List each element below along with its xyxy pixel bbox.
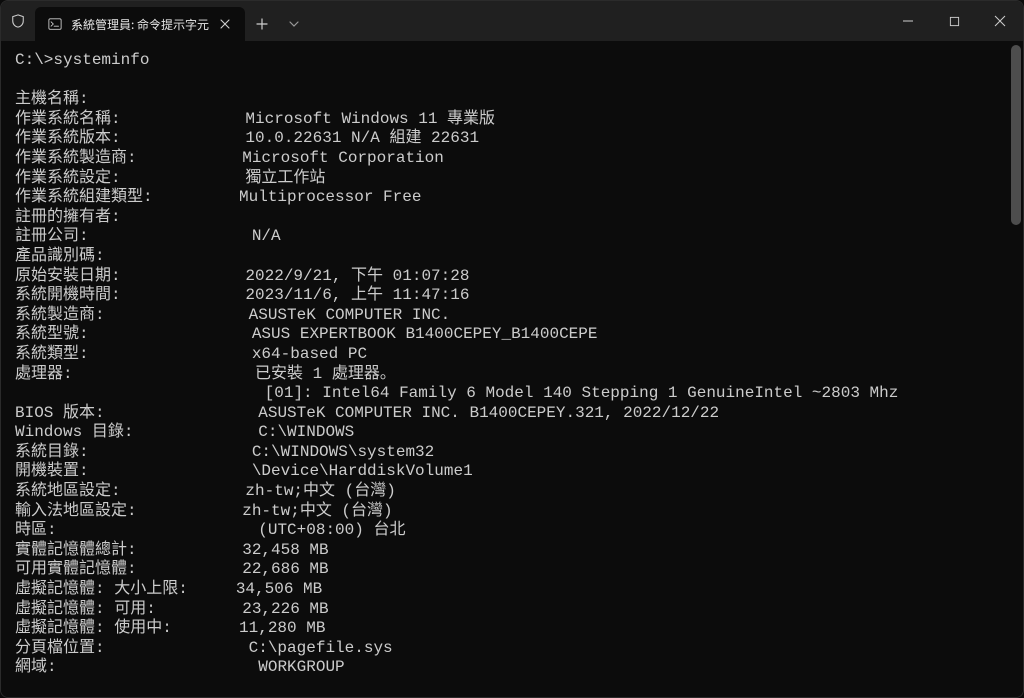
title-bar[interactable]: 系統管理員: 命令提示字元 [1, 1, 1023, 41]
titlebar-drag-region[interactable] [309, 1, 885, 41]
titlebar-left: 系統管理員: 命令提示字元 [1, 1, 309, 41]
window-controls [885, 1, 1023, 41]
tab-dropdown-button[interactable] [279, 7, 309, 41]
terminal-window: 系統管理員: 命令提示字元 C:\>syste [0, 0, 1024, 698]
minimize-button[interactable] [885, 1, 931, 41]
terminal-output[interactable]: C:\>systeminfo 主機名稱: 作業系統名稱: Microsoft W… [1, 41, 1023, 697]
scrollbar-track[interactable] [1011, 45, 1021, 693]
new-tab-button[interactable] [245, 7, 279, 41]
cmd-icon [47, 16, 63, 32]
maximize-button[interactable] [931, 1, 977, 41]
close-button[interactable] [977, 1, 1023, 41]
tab-active[interactable]: 系統管理員: 命令提示字元 [35, 7, 245, 41]
tab-title: 系統管理員: 命令提示字元 [71, 16, 209, 33]
scrollbar-thumb[interactable] [1011, 45, 1021, 225]
tab-close-button[interactable] [217, 16, 233, 32]
uac-shield-icon [1, 14, 35, 28]
